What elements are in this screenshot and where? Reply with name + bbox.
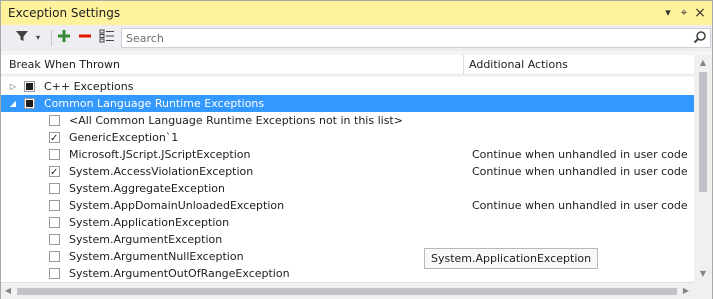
search-box: [121, 28, 711, 48]
exception-label: System.AccessViolationException: [69, 165, 254, 178]
additional-action[interactable]: Continue when unhandled in user code: [472, 197, 688, 214]
exception-row[interactable]: System.AggregateException: [1, 180, 694, 197]
remove-icon[interactable]: [77, 29, 93, 47]
break-checkbox[interactable]: [24, 81, 35, 92]
pin-icon[interactable]: ⌖: [677, 5, 691, 21]
exception-row[interactable]: Microsoft.JScript.JScriptException Contin…: [1, 146, 694, 163]
exception-label: Common Language Runtime Exceptions: [44, 97, 265, 110]
exception-label: System.ArgumentException: [69, 233, 223, 246]
category-row[interactable]: ▷ C++ Exceptions: [1, 78, 694, 95]
additional-action[interactable]: Continue when unhandled in user code: [472, 163, 688, 180]
close-icon[interactable]: ×: [693, 5, 707, 21]
exception-row[interactable]: System.ArgumentException: [1, 231, 694, 248]
exception-label: GenericException`1: [69, 131, 179, 144]
filter-icon[interactable]: [13, 29, 31, 47]
exception-row[interactable]: <All Common Language Runtime Exceptions …: [1, 112, 694, 129]
tooltip: System.ApplicationException: [424, 248, 599, 269]
toolbar: ▾: [1, 25, 712, 51]
scroll-left-icon[interactable]: ◀: [1, 283, 15, 299]
vertical-scrollbar[interactable]: ▲ ▼: [694, 55, 712, 282]
collapse-icon[interactable]: ◢: [8, 95, 18, 112]
exception-row[interactable]: System.AccessViolationException Continue …: [1, 163, 694, 181]
horizontal-scrollbar[interactable]: ◀ ▶: [1, 282, 694, 299]
exception-row[interactable]: GenericException`1: [1, 129, 694, 147]
break-checkbox[interactable]: [49, 164, 60, 181]
category-row[interactable]: ◢ Common Language Runtime Exceptions: [1, 95, 694, 112]
exception-label: System.ApplicationException: [69, 216, 230, 229]
exception-label: Microsoft.JScript.JScriptException: [69, 148, 251, 161]
title-bar: Exception Settings ▾ ⌖ ×: [1, 1, 712, 25]
break-checkbox[interactable]: [49, 251, 60, 262]
additional-action[interactable]: Continue when unhandled in user code: [472, 146, 688, 163]
column-additional-actions[interactable]: Additional Actions: [469, 58, 568, 71]
break-checkbox[interactable]: [49, 115, 60, 126]
break-checkbox[interactable]: [49, 130, 60, 147]
restore-defaults-icon[interactable]: [98, 29, 116, 47]
search-input[interactable]: [126, 30, 686, 46]
horizontal-scroll-thumb[interactable]: [17, 288, 677, 295]
break-checkbox[interactable]: [24, 98, 35, 109]
break-checkbox[interactable]: [49, 200, 60, 211]
scroll-down-icon[interactable]: ▼: [694, 266, 712, 282]
toolbar-separator: [51, 30, 52, 46]
window-title: Exception Settings: [8, 6, 121, 20]
break-checkbox[interactable]: [49, 268, 60, 279]
add-icon[interactable]: [56, 29, 72, 47]
expand-icon[interactable]: ▷: [8, 78, 18, 95]
exception-label: <All Common Language Runtime Exceptions …: [69, 114, 403, 127]
break-checkbox[interactable]: [49, 183, 60, 194]
exception-settings-window: Exception Settings ▾ ⌖ × ▾ Break When Th…: [0, 0, 713, 299]
exception-label: System.AppDomainUnloadedException: [69, 199, 285, 212]
break-checkbox[interactable]: [49, 149, 60, 160]
exception-label: System.ArgumentOutOfRangeException: [69, 267, 290, 280]
window-menu-dropdown-icon[interactable]: ▾: [661, 5, 675, 21]
exception-row[interactable]: System.ApplicationException: [1, 214, 694, 231]
scrollbar-corner: [694, 282, 712, 299]
exception-label: System.ArgumentNullException: [69, 250, 244, 263]
exception-label: System.AggregateException: [69, 182, 225, 195]
break-checkbox[interactable]: [49, 217, 60, 228]
filter-dropdown-icon[interactable]: ▾: [33, 29, 43, 47]
vertical-scroll-thumb[interactable]: [699, 72, 707, 192]
break-checkbox[interactable]: [49, 234, 60, 245]
exception-row[interactable]: System.AppDomainUnloadedException Continu…: [1, 197, 694, 214]
column-break-when-thrown[interactable]: Break When Thrown: [9, 58, 120, 71]
scroll-right-icon[interactable]: ▶: [679, 283, 693, 299]
column-divider[interactable]: [463, 55, 464, 75]
search-icon[interactable]: [693, 30, 707, 46]
scroll-up-icon[interactable]: ▲: [694, 55, 712, 71]
column-header: Break When Thrown Additional Actions: [1, 55, 694, 75]
exception-label: C++ Exceptions: [44, 80, 134, 93]
